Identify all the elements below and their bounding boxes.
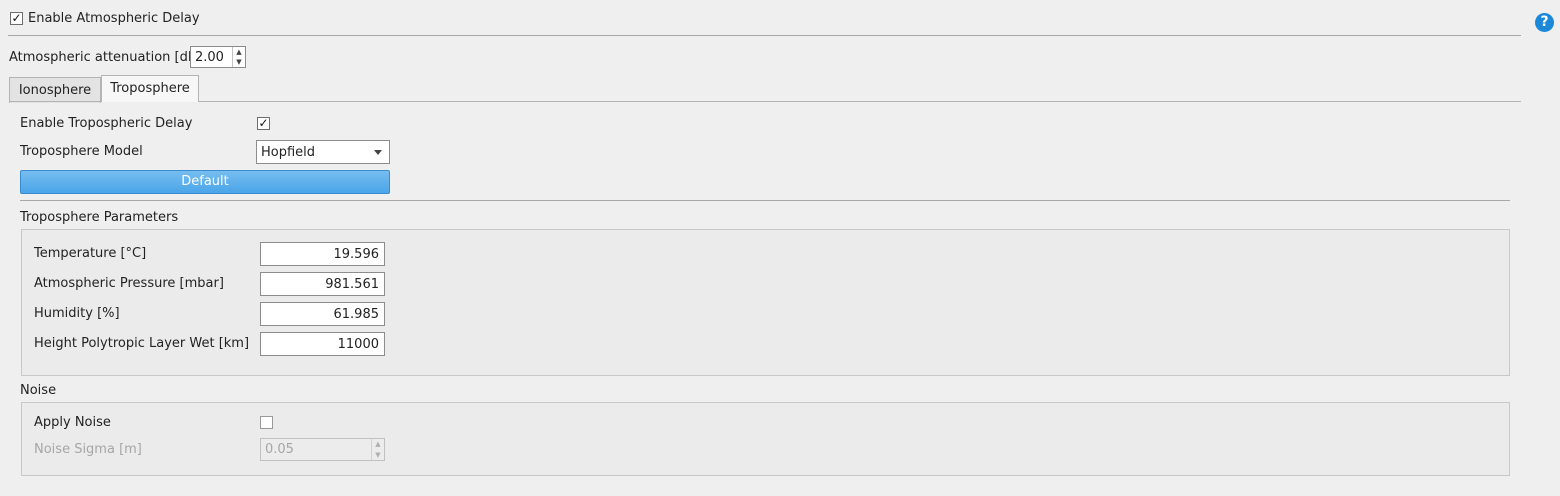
troposphere-model-value: Hopfield (261, 145, 316, 160)
spin-up-icon[interactable]: ▲ (372, 439, 384, 450)
header-divider (8, 35, 1521, 36)
default-button-label: Default (181, 174, 229, 189)
noise-sigma-spinbox[interactable]: 0.05 ▲ ▼ (260, 438, 385, 461)
height-polytropic-label: Height Polytropic Layer Wet [km] (34, 336, 250, 351)
pressure-input[interactable]: 981.561 (260, 272, 385, 296)
tab-troposphere[interactable]: Troposphere (101, 75, 199, 102)
tab-troposphere-label: Troposphere (110, 81, 190, 96)
troposphere-parameters-group (21, 229, 1510, 376)
noise-sigma-value: 0.05 (265, 442, 294, 457)
spin-up-icon[interactable]: ▲ (233, 47, 245, 57)
troposphere-parameters-title: Troposphere Parameters (20, 210, 179, 225)
pressure-label: Atmospheric Pressure [mbar] (34, 276, 224, 291)
humidity-value: 61.985 (333, 307, 380, 322)
spin-down-icon[interactable]: ▼ (233, 57, 245, 67)
noise-title: Noise (20, 383, 57, 398)
height-polytropic-value: 11000 (337, 337, 379, 352)
attenuation-label: Atmospheric attenuation [dB] (9, 50, 202, 65)
chevron-down-icon (374, 150, 382, 155)
enable-atmospheric-delay-checkbox[interactable]: ✓ (10, 12, 23, 25)
attenuation-spinbox[interactable]: 2.00 ▲ ▼ (190, 46, 246, 68)
help-icon[interactable]: ? (1535, 13, 1554, 32)
section-divider (20, 200, 1510, 201)
noise-sigma-label: Noise Sigma [m] (34, 442, 142, 457)
default-button[interactable]: Default (20, 170, 390, 194)
noise-group (21, 402, 1510, 476)
spin-down-icon[interactable]: ▼ (372, 450, 384, 461)
tab-ionosphere[interactable]: Ionosphere (9, 77, 101, 103)
enable-tropospheric-delay-label: Enable Tropospheric Delay (20, 116, 193, 131)
troposphere-model-label: Troposphere Model (20, 144, 143, 159)
attenuation-value: 2.00 (195, 50, 224, 65)
humidity-input[interactable]: 61.985 (260, 302, 385, 326)
temperature-label: Temperature [°C] (34, 246, 147, 261)
pressure-value: 981.561 (325, 277, 379, 292)
troposphere-model-select[interactable]: Hopfield (256, 140, 390, 164)
temperature-input[interactable]: 19.596 (260, 242, 385, 266)
tab-bar-divider (9, 101, 1521, 102)
apply-noise-label: Apply Noise (34, 415, 111, 430)
humidity-label: Humidity [%] (34, 306, 120, 321)
temperature-value: 19.596 (333, 247, 380, 262)
apply-noise-checkbox[interactable] (260, 416, 273, 429)
enable-atmospheric-delay-label: Enable Atmospheric Delay (28, 11, 200, 26)
enable-tropospheric-delay-checkbox[interactable]: ✓ (257, 117, 270, 130)
height-polytropic-input[interactable]: 11000 (260, 332, 385, 356)
tab-ionosphere-label: Ionosphere (18, 83, 92, 98)
